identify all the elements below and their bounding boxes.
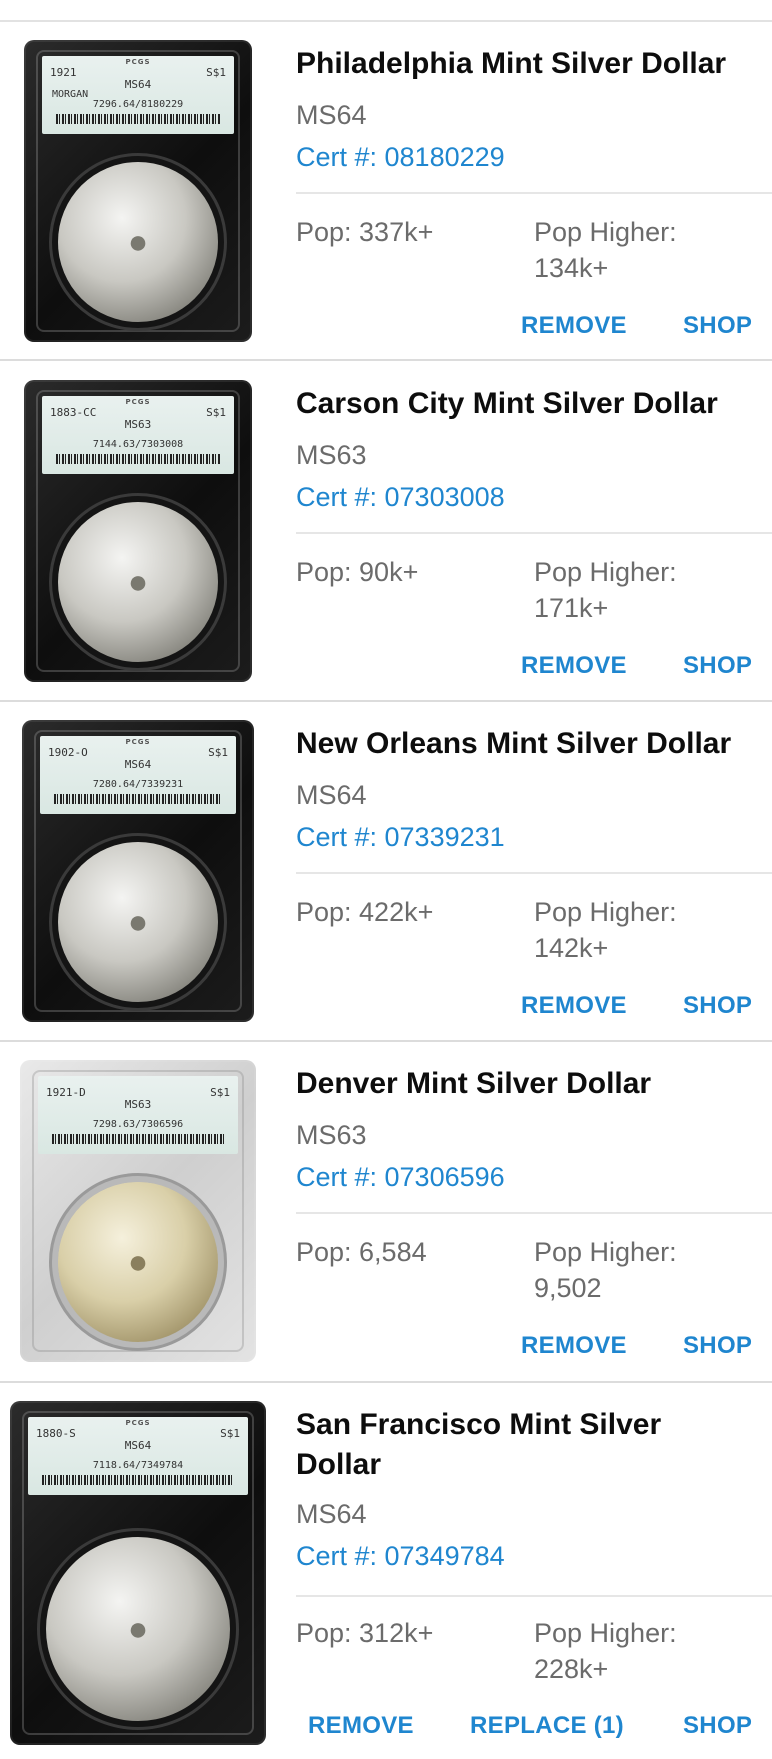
remove-button[interactable]: REMOVE — [521, 652, 627, 680]
divider — [296, 532, 772, 534]
coin-grade: MS63 — [296, 440, 367, 470]
coin-grade: MS63 — [296, 1120, 367, 1150]
pop-count: Pop: 422k+ — [296, 897, 434, 927]
pop-count: Pop: 6,584 — [296, 1237, 427, 1267]
slab-label: PCGS 1921 S$1 MS64 MORGAN 7296.64/818022… — [42, 56, 234, 134]
coin-title[interactable]: Carson City Mint Silver Dollar — [296, 384, 766, 424]
pop-higher-value: 9,502 — [534, 1273, 602, 1303]
pop-higher-label: Pop Higher: — [534, 897, 677, 927]
coin-slab-image[interactable]: PCGS 1883-CC S$1 MS63 7144.63/7303008 ● — [24, 380, 252, 682]
divider — [296, 192, 772, 194]
pop-count: Pop: 90k+ — [296, 557, 419, 587]
pop-higher-label: Pop Higher: — [534, 1618, 677, 1648]
pop-higher-value: 171k+ — [534, 593, 609, 623]
coin-card[interactable]: PCGS 1902-O S$1 MS64 7280.64/7339231 ● N… — [0, 702, 772, 1042]
shop-button[interactable]: SHOP — [683, 992, 752, 1020]
coin-icon: ● — [58, 162, 218, 322]
barcode — [54, 794, 222, 804]
coin-card[interactable]: 1921-D S$1 MS63 7298.63/7306596 ● Denver… — [0, 1042, 772, 1382]
coin-grade: MS64 — [296, 100, 367, 130]
coin-title[interactable]: Denver Mint Silver Dollar — [296, 1064, 766, 1104]
pop-higher-label: Pop Higher: — [534, 557, 677, 587]
coin-grade: MS64 — [296, 780, 367, 810]
pop-count: Pop: 312k+ — [296, 1618, 434, 1648]
shop-button[interactable]: SHOP — [683, 1332, 752, 1360]
pop-count: Pop: 337k+ — [296, 217, 434, 247]
coin-title[interactable]: San Francisco Mint Silver Dollar — [296, 1405, 736, 1485]
card-divider — [0, 359, 772, 361]
remove-button[interactable]: REMOVE — [521, 992, 627, 1020]
barcode — [42, 1475, 234, 1485]
coin-slab-image[interactable]: PCGS 1880-S S$1 MS64 7118.64/7349784 ● — [10, 1401, 266, 1745]
shop-button[interactable]: SHOP — [683, 652, 752, 680]
coin-card[interactable]: PCGS 1880-S S$1 MS64 7118.64/7349784 ● S… — [0, 1383, 772, 1759]
coin-card[interactable]: PCGS 1883-CC S$1 MS63 7144.63/7303008 ● … — [0, 362, 772, 702]
pop-higher-value: 142k+ — [534, 933, 609, 963]
barcode — [56, 454, 220, 464]
cert-number[interactable]: Cert #: 07303008 — [296, 482, 505, 513]
divider — [296, 1595, 772, 1597]
coin-title[interactable]: New Orleans Mint Silver Dollar — [296, 724, 766, 764]
coin-grade: MS64 — [296, 1499, 367, 1529]
shop-button[interactable]: SHOP — [683, 312, 752, 340]
cert-number[interactable]: Cert #: 07349784 — [296, 1541, 505, 1572]
coin-slab-image[interactable]: PCGS 1921 S$1 MS64 MORGAN 7296.64/818022… — [24, 40, 252, 342]
remove-button[interactable]: REMOVE — [521, 312, 627, 340]
pop-higher-label: Pop Higher: — [534, 217, 677, 247]
pop-higher-value: 228k+ — [534, 1654, 609, 1684]
shop-button[interactable]: SHOP — [683, 1712, 752, 1740]
replace-button[interactable]: REPLACE (1) — [470, 1712, 624, 1740]
slab-label: PCGS 1880-S S$1 MS64 7118.64/7349784 — [28, 1417, 248, 1495]
cert-number[interactable]: Cert #: 07306596 — [296, 1162, 505, 1193]
pop-higher-value: 134k+ — [534, 253, 609, 283]
divider — [296, 1212, 772, 1214]
slab-label: 1921-D S$1 MS63 7298.63/7306596 — [38, 1076, 238, 1154]
coin-icon: ● — [58, 502, 218, 662]
cert-number[interactable]: Cert #: 08180229 — [296, 142, 505, 173]
coin-icon: ● — [46, 1537, 230, 1721]
slab-label: PCGS 1902-O S$1 MS64 7280.64/7339231 — [40, 736, 236, 814]
barcode — [52, 1134, 224, 1144]
pop-higher-label: Pop Higher: — [534, 1237, 677, 1267]
cert-number[interactable]: Cert #: 07339231 — [296, 822, 505, 853]
barcode — [56, 114, 220, 124]
coin-icon: ● — [58, 1182, 218, 1342]
remove-button[interactable]: REMOVE — [308, 1712, 414, 1740]
remove-button[interactable]: REMOVE — [521, 1332, 627, 1360]
coin-icon: ● — [58, 842, 218, 1002]
divider — [296, 872, 772, 874]
coin-card[interactable]: PCGS 1921 S$1 MS64 MORGAN 7296.64/818022… — [0, 22, 772, 362]
coin-slab-image[interactable]: PCGS 1902-O S$1 MS64 7280.64/7339231 ● — [22, 720, 254, 1022]
coin-title[interactable]: Philadelphia Mint Silver Dollar — [296, 44, 766, 84]
coin-slab-image[interactable]: 1921-D S$1 MS63 7298.63/7306596 ● — [20, 1060, 256, 1362]
slab-label: PCGS 1883-CC S$1 MS63 7144.63/7303008 — [42, 396, 234, 474]
